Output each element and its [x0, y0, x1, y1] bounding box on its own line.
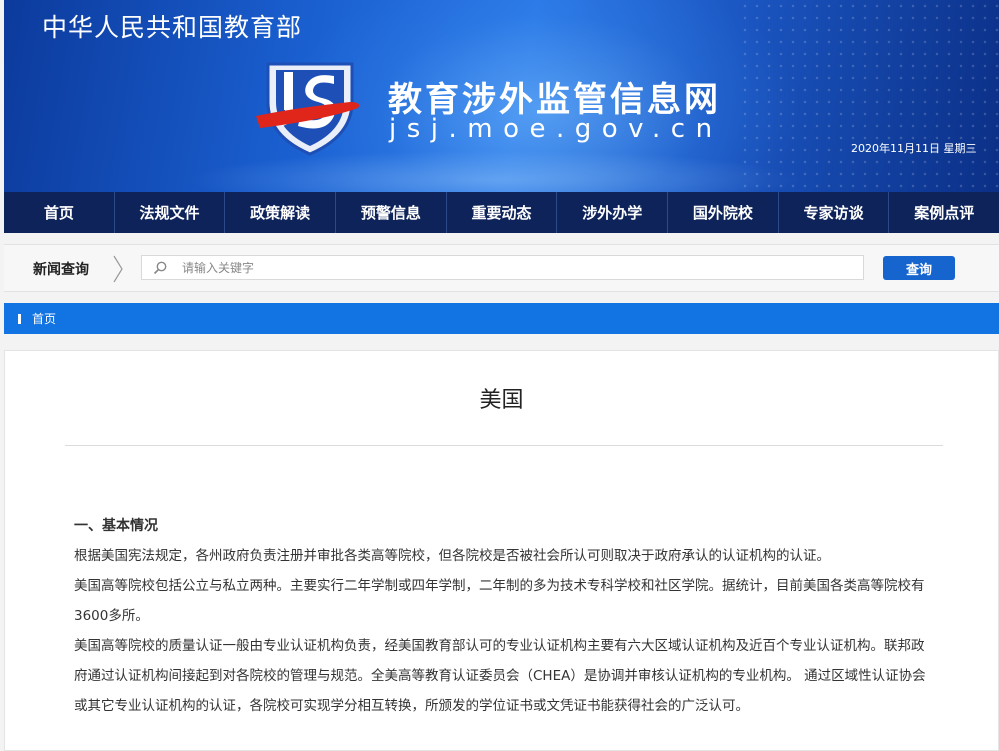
article-paragraph: 美国高等院校的质量认证一般由专业认证机构负责，经美国教育部认可的专业认证机构主要…	[74, 638, 926, 714]
site-logo-icon[interactable]	[254, 58, 366, 158]
main-navigation: 首页 法规文件 政策解读 预警信息 重要动态 涉外办学 国外院校 专家访谈 案例…	[4, 192, 999, 233]
chevron-right-icon	[113, 255, 123, 283]
search-box	[141, 255, 864, 280]
nav-item-foreign-schools-program[interactable]: 涉外办学	[556, 192, 667, 233]
ministry-name[interactable]: 中华人民共和国教育部	[42, 8, 302, 44]
nav-item-important-news[interactable]: 重要动态	[445, 192, 557, 233]
search-input[interactable]	[182, 257, 852, 278]
article-body: 一、基本情况 根据美国宪法规定，各州政府负责注册并审批各类高等院校，但各院校是否…	[74, 511, 934, 721]
article-paragraph: 根据美国宪法规定，各州政府负责注册并审批各类高等院校，但各院校是否被社会所认可则…	[74, 548, 830, 564]
title-divider	[65, 445, 943, 446]
breadcrumb-marker	[18, 314, 21, 324]
news-query-label: 新闻查询	[33, 262, 89, 278]
nav-item-foreign-institutions[interactable]: 国外院校	[667, 192, 778, 233]
nav-item-policy-interpretation[interactable]: 政策解读	[224, 192, 335, 233]
nav-item-warnings[interactable]: 预警信息	[335, 192, 446, 233]
nav-item-regulations[interactable]: 法规文件	[113, 192, 225, 233]
article-panel: 美国 一、基本情况 根据美国宪法规定，各州政府负责注册并审批各类高等院校，但各院…	[4, 350, 999, 751]
search-icon	[153, 261, 167, 275]
search-button[interactable]: 查询	[883, 256, 955, 280]
site-domain: jsj.moe.gov.cn	[389, 114, 723, 144]
breadcrumb: 首页	[4, 303, 999, 334]
site-header-banner: 中华人民共和国教育部 教育涉外监管信息网 jsj.moe.gov.cn 2020…	[4, 0, 999, 192]
banner-dot-pattern	[739, 0, 999, 192]
section-heading: 一、基本情况	[74, 518, 158, 534]
breadcrumb-home-link[interactable]: 首页	[32, 310, 56, 327]
article-title: 美国	[479, 388, 524, 413]
nav-item-expert-interviews[interactable]: 专家访谈	[777, 192, 889, 233]
current-date: 2020年11月11日 星期三	[851, 142, 977, 155]
nav-item-home[interactable]: 首页	[4, 192, 114, 233]
article-paragraph: 美国高等院校包括公立与私立两种。主要实行二年学制或四年学制，二年制的多为技术专科…	[74, 578, 925, 624]
nav-item-case-reviews[interactable]: 案例点评	[888, 192, 999, 233]
news-search-bar: 新闻查询 查询	[4, 244, 999, 292]
